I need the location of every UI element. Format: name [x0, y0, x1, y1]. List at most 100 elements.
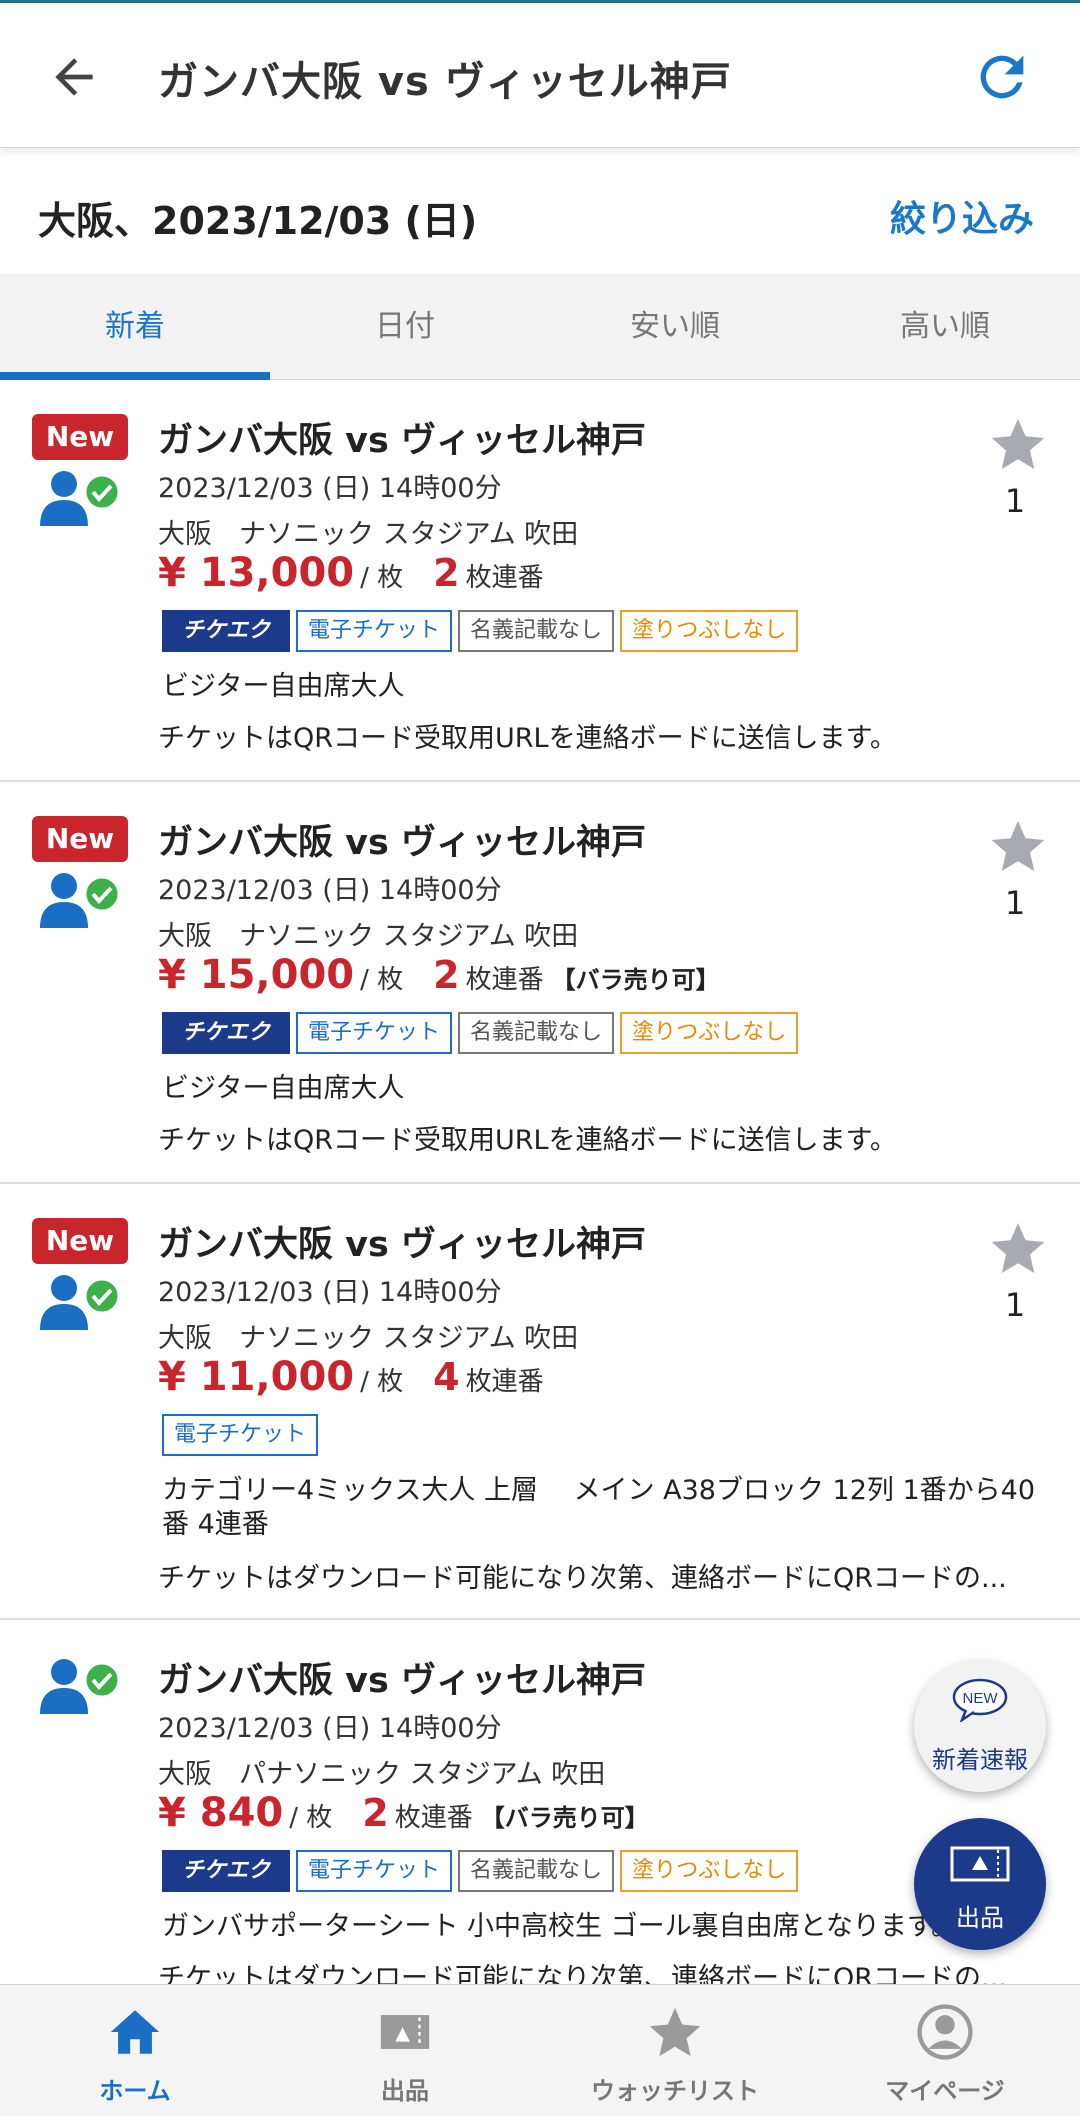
tag-e-ticket: 電子チケット	[296, 1850, 453, 1892]
listing-price-row: ¥ 13,000/ 枚 2 枚連番	[158, 550, 552, 596]
tag-chikeeku: チケエク	[162, 1850, 291, 1892]
location-date: 大阪、2023/12/03 (日)	[38, 199, 478, 243]
tag-no-name: 名義記載なし	[458, 1012, 615, 1054]
verified-seller-icon	[40, 471, 121, 526]
price: ¥ 11,000	[158, 1354, 355, 1400]
speech-bubble-icon: NEW	[952, 1678, 1008, 1722]
tag-no-name: 名義記載なし	[458, 610, 615, 652]
listing-price-row: ¥ 840/ 枚 2 枚連番 【バラ売り可】	[158, 1790, 649, 1836]
tag-row: チケエク 電子チケット 名義記載なし 塗りつぶしなし	[162, 1012, 799, 1054]
count-unit: 枚連番	[465, 563, 544, 593]
price: ¥ 840	[158, 1790, 284, 1836]
listing-seat: ビジター自由席大人	[162, 671, 405, 702]
nav-home[interactable]: ホーム	[0, 1985, 270, 2116]
count-unit: 枚連番	[394, 1803, 473, 1833]
verified-seller-icon	[40, 1659, 121, 1714]
tab-new[interactable]: 新着	[0, 274, 270, 380]
listing-note: チケットはQRコード受取用URLを連絡ボードに送信します。	[158, 1125, 897, 1156]
verified-seller-icon	[40, 1275, 121, 1330]
listing-price-row: ¥ 11,000/ 枚 4 枚連番	[158, 1354, 544, 1400]
nav-mypage-label: マイページ	[885, 2077, 1005, 2105]
tag-row: 電子チケット	[162, 1414, 319, 1456]
filter-bar: 大阪、2023/12/03 (日) 絞り込み	[0, 150, 1080, 274]
new-badge: New	[32, 816, 128, 862]
nav-sell-label: 出品	[381, 2077, 429, 2105]
tag-chikeeku: チケエク	[162, 610, 291, 652]
tag-e-ticket: 電子チケット	[296, 1012, 453, 1054]
price-unit: / 枚	[360, 563, 404, 593]
back-arrow-icon[interactable]	[46, 49, 102, 105]
person-icon	[917, 2004, 973, 2060]
listing-item[interactable]: New ガンバ大阪 vs ヴィッセル神戸 2023/12/03 (日) 14時0…	[0, 382, 1080, 782]
app-bar: ガンバ大阪 vs ヴィッセル神戸	[0, 0, 1080, 148]
listing-title: ガンバ大阪 vs ヴィッセル神戸	[158, 1225, 647, 1265]
bottom-nav: ホーム 出品 ウォッチリスト マイページ	[0, 1984, 1080, 2116]
star-icon	[649, 2007, 701, 2057]
listing-price-row: ¥ 15,000/ 枚 2 枚連番 【バラ売り可】	[158, 952, 720, 998]
new-alert-badge: NEW	[963, 1690, 999, 1707]
new-badge: New	[32, 414, 128, 460]
sell-button[interactable]: 出品	[914, 1818, 1046, 1950]
watch-count: 1	[1004, 1286, 1026, 1324]
tag-no-fill: 塗りつぶしなし	[620, 610, 799, 652]
listing-seat: ガンバサポーターシート 小中高校生 ゴール裏自由席となります。	[162, 1911, 959, 1942]
listing-venue: 大阪 ナソニック スタジアム 吹田	[158, 519, 579, 550]
watch-star-icon[interactable]	[986, 1218, 1050, 1278]
tag-no-fill: 塗りつぶしなし	[620, 1012, 799, 1054]
watch-count: 1	[1004, 482, 1026, 520]
ticket-count: 2	[433, 551, 460, 595]
tag-row: チケエク 電子チケット 名義記載なし 塗りつぶしなし	[162, 610, 799, 652]
sort-tabs: 新着 日付 安い順 高い順	[0, 274, 1080, 380]
listing-venue: 大阪 パナソニック スタジアム 吹田	[158, 1759, 606, 1790]
page-title: ガンバ大阪 vs ヴィッセル神戸	[158, 59, 732, 105]
ticket-count: 4	[433, 1355, 460, 1399]
price-unit: / 枚	[360, 1367, 404, 1397]
listing-seat: カテゴリー4ミックス大人 上層 メイン A38ブロック 12列 1番から40番 …	[162, 1475, 1035, 1540]
listing-item[interactable]: ガンバ大阪 vs ヴィッセル神戸 2023/12/03 (日) 14時00分 大…	[0, 1622, 1080, 2022]
nav-watchlist[interactable]: ウォッチリスト	[540, 1985, 810, 2116]
listing-item[interactable]: New ガンバ大阪 vs ヴィッセル神戸 2023/12/03 (日) 14時0…	[0, 784, 1080, 1184]
watch-star-icon[interactable]	[986, 414, 1050, 474]
listing-note: チケットはダウンロード可能になり次第、連絡ボードにQRコードの...	[158, 1563, 1007, 1594]
listing-datetime: 2023/12/03 (日) 14時00分	[158, 1713, 502, 1744]
tab-cheapest[interactable]: 安い順	[540, 274, 810, 379]
tag-row: チケエク 電子チケット 名義記載なし 塗りつぶしなし	[162, 1850, 799, 1892]
count-unit: 枚連番	[465, 1367, 544, 1397]
nav-mypage[interactable]: マイページ	[810, 1985, 1080, 2116]
nav-sell[interactable]: 出品	[270, 1985, 540, 2116]
listing-item[interactable]: New ガンバ大阪 vs ヴィッセル神戸 2023/12/03 (日) 14時0…	[0, 1186, 1080, 1620]
verified-seller-icon	[40, 873, 121, 928]
split-sale-label: 【バラ売り可】	[551, 966, 720, 994]
listing-note: チケットはQRコード受取用URLを連絡ボードに送信します。	[158, 723, 897, 754]
sell-ticket-icon	[950, 1846, 1010, 1882]
price: ¥ 13,000	[158, 550, 355, 596]
watch-star-icon[interactable]	[986, 816, 1050, 876]
nav-home-label: ホーム	[99, 2077, 171, 2105]
listing-datetime: 2023/12/03 (日) 14時00分	[158, 473, 502, 504]
ticket-count: 2	[433, 953, 460, 997]
refresh-icon[interactable]	[970, 43, 1034, 111]
listing-datetime: 2023/12/03 (日) 14時00分	[158, 875, 502, 906]
ticket-count: 2	[362, 1791, 389, 1835]
nav-watchlist-label: ウォッチリスト	[591, 2077, 759, 2105]
price: ¥ 15,000	[158, 952, 355, 998]
listing-title: ガンバ大阪 vs ヴィッセル神戸	[158, 823, 647, 863]
tag-no-fill: 塗りつぶしなし	[620, 1850, 799, 1892]
filter-button[interactable]: 絞り込み	[890, 190, 1034, 242]
split-sale-label: 【バラ売り可】	[480, 1804, 649, 1832]
new-badge: New	[32, 1218, 128, 1264]
sell-label: 出品	[956, 1904, 1004, 1932]
listing-venue: 大阪 ナソニック スタジアム 吹田	[158, 921, 579, 952]
tab-date[interactable]: 日付	[270, 274, 540, 379]
new-alert-button[interactable]: NEW 新着速報	[914, 1660, 1046, 1792]
listing-datetime: 2023/12/03 (日) 14時00分	[158, 1277, 502, 1308]
new-alert-label: 新着速報	[932, 1746, 1028, 1774]
watch-count: 1	[1004, 884, 1026, 922]
tag-chikeeku: チケエク	[162, 1012, 291, 1054]
sell-icon	[380, 2015, 430, 2049]
price-unit: / 枚	[289, 1803, 333, 1833]
tab-highest[interactable]: 高い順	[810, 274, 1080, 379]
tag-e-ticket: 電子チケット	[162, 1414, 319, 1456]
listing-seat: ビジター自由席大人	[162, 1073, 405, 1104]
count-unit: 枚連番	[465, 965, 544, 995]
